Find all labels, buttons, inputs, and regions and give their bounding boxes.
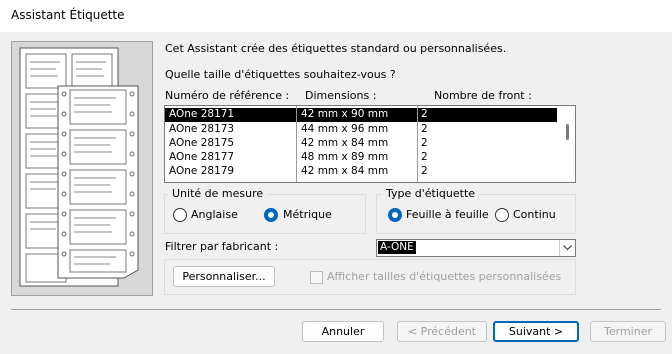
customize-button[interactable]: Personnaliser... [173, 266, 275, 287]
row-reference: AOne 28179 [169, 165, 235, 177]
row-reference: AOne 28175 [169, 137, 235, 149]
list-row[interactable]: AOne 28175 42 mm x 84 mm 2 [165, 137, 557, 151]
scrollbar-thumb[interactable] [566, 124, 569, 140]
row-front: 2 [421, 165, 428, 177]
label-size-list[interactable]: AOne 28171 42 mm x 90 mm 2 AOne 28173 44… [164, 105, 576, 183]
type-group-title: Type d'étiquette [382, 187, 480, 200]
list-row[interactable]: AOne 28173 44 mm x 96 mm 2 [165, 123, 557, 137]
list-row[interactable]: AOne 28171 42 mm x 90 mm 2 [165, 108, 557, 122]
footer-separator [11, 309, 661, 310]
manufacturer-select[interactable]: A-ONE [376, 239, 576, 257]
row-reference: AOne 28171 [169, 108, 235, 120]
list-row[interactable]: AOne 28177 48 mm x 89 mm 2 [165, 151, 557, 165]
row-dimensions: 48 mm x 89 mm [301, 151, 389, 163]
radio-feuille[interactable] [388, 208, 402, 222]
list-scrollbar[interactable] [561, 106, 574, 182]
row-front: 2 [421, 123, 428, 135]
header-reference: Numéro de référence : [165, 89, 290, 102]
custom-sizes-checkbox[interactable] [310, 271, 323, 284]
label-sheet-illustration [11, 41, 153, 296]
radio-metrique-label[interactable]: Métrique [283, 208, 332, 221]
finish-button[interactable]: Terminer [590, 321, 666, 342]
column-divider [417, 106, 418, 182]
radio-metrique[interactable] [264, 208, 278, 222]
manufacturer-value: A-ONE [378, 241, 416, 254]
next-button[interactable]: Suivant > [493, 321, 579, 342]
row-dimensions: 44 mm x 96 mm [301, 123, 389, 135]
row-dimensions: 42 mm x 84 mm [301, 137, 389, 149]
radio-feuille-label[interactable]: Feuille à feuille [406, 208, 489, 221]
row-reference: AOne 28177 [169, 151, 235, 163]
header-front: Nombre de front : [434, 89, 532, 102]
window-title: Assistant Étiquette [11, 8, 125, 22]
previous-button[interactable]: < Précédent [397, 321, 487, 342]
filter-label: Filtrer par fabricant : [165, 240, 279, 253]
size-question: Quelle taille d'étiquettes souhaitez-vou… [165, 68, 396, 81]
title-bar: Assistant Étiquette [0, 0, 672, 32]
row-front: 2 [421, 137, 428, 149]
radio-anglaise[interactable] [173, 208, 187, 222]
label-sheet-graphic [19, 47, 139, 287]
intro-text: Cet Assistant crée des étiquettes standa… [165, 42, 507, 55]
unit-group-title: Unité de mesure [168, 187, 268, 200]
custom-sizes-label: Afficher tailles d'étiquettes personnali… [327, 270, 562, 283]
row-dimensions: 42 mm x 90 mm [301, 108, 389, 120]
chevron-down-icon[interactable] [559, 240, 575, 256]
row-front: 2 [421, 151, 428, 163]
column-divider [296, 106, 297, 182]
row-front: 2 [421, 108, 428, 120]
list-row[interactable]: AOne 28179 42 mm x 84 mm 2 [165, 165, 557, 179]
radio-continu[interactable] [495, 208, 509, 222]
radio-anglaise-label[interactable]: Anglaise [191, 208, 238, 221]
cancel-button[interactable]: Annuler [302, 321, 384, 342]
row-dimensions: 42 mm x 84 mm [301, 165, 389, 177]
header-dimensions: Dimensions : [305, 89, 377, 102]
row-reference: AOne 28173 [169, 123, 235, 135]
radio-continu-label[interactable]: Continu [513, 208, 556, 221]
